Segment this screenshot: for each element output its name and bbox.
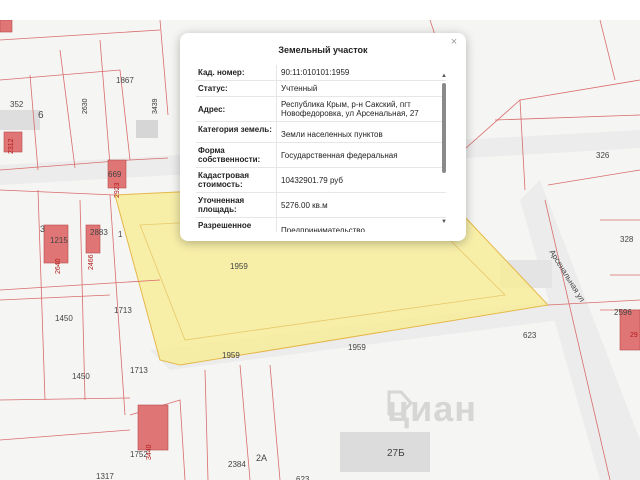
row-value: Земли населенных пунктов: [276, 122, 446, 142]
building-label: 2466: [88, 254, 95, 270]
parcel-info-table[interactable]: Кад. номер: 90:11:010101:1959 Статус: Уч…: [196, 65, 446, 232]
row-key: Уточненная площадь:: [198, 196, 245, 214]
table-row: Адрес: Республика Крым, р-н Сакский, пгт…: [196, 97, 446, 122]
app-frame: 352 6 2630 1867 3439 2312 669 2923 3 121…: [0, 0, 640, 480]
row-value: Предпринимательство: [276, 218, 446, 232]
parcel-label: 328: [620, 235, 634, 244]
parcel-label: 3: [40, 224, 46, 234]
parcel-label: 1959: [348, 343, 366, 352]
parcel-label: 2А: [256, 453, 268, 463]
parcel-label: 2596: [614, 308, 632, 317]
row-key: Разрешенное использование:: [198, 221, 262, 232]
parcel-label: 352: [10, 100, 24, 109]
row-value: Учтенный: [276, 81, 446, 96]
popup-title: Земельный участок: [278, 45, 368, 55]
scroll-up-icon[interactable]: ▲: [441, 73, 447, 79]
parcel-label: 27Б: [387, 448, 405, 459]
close-icon[interactable]: ×: [448, 36, 460, 48]
parcel-label: 1713: [130, 366, 148, 375]
parcel-label: 3439: [152, 98, 159, 114]
row-value: Государственная федеральная: [276, 143, 446, 167]
table-row: Кад. номер: 90:11:010101:1959: [196, 65, 446, 81]
parcel-label: 1713: [114, 306, 132, 315]
table-row: Форма собственности: Государственная фед…: [196, 143, 446, 168]
parcel-info-popup: Земельный участок × Кад. номер: 90:11:01…: [180, 33, 466, 241]
row-key: Форма собственности:: [198, 146, 261, 164]
row-value: Республика Крым, р-н Сакский, пгт Новофе…: [276, 97, 446, 121]
parcel-label: 1: [118, 230, 123, 239]
row-key: Адрес:: [198, 105, 226, 114]
row-key: Статус:: [198, 84, 228, 93]
table-row: Категория земель: Земли населенных пункт…: [196, 122, 446, 143]
parcel-label: 1215: [50, 236, 68, 245]
row-value: 90:11:010101:1959: [276, 65, 446, 80]
parcel-label: 2883: [90, 228, 108, 237]
parcel-label: 1867: [116, 76, 134, 85]
parcel-label: 1959: [230, 262, 248, 271]
row-value: 10432901.79 руб: [276, 168, 446, 192]
row-key: Кад. номер:: [198, 68, 245, 77]
building-label: 2640: [55, 258, 62, 274]
parcel-label: 6: [38, 110, 44, 121]
popup-scrollbar[interactable]: ▲ ▼: [441, 73, 447, 225]
row-value: 5276.00 кв.м: [276, 193, 446, 217]
building-label: 2923: [114, 182, 121, 198]
building-label: 3440: [146, 444, 153, 460]
watermark: циан: [387, 388, 477, 430]
cian-logo-icon: [387, 390, 413, 416]
building-label: 2312: [8, 138, 15, 154]
parcel-label: 623: [296, 475, 310, 480]
table-row: Кадастровая стоимость: 10432901.79 руб: [196, 168, 446, 193]
parcel-label: 2384: [228, 460, 246, 469]
parcel-label: 623: [523, 331, 537, 340]
scroll-down-icon[interactable]: ▼: [441, 219, 447, 225]
row-key: Категория земель:: [198, 125, 272, 134]
table-row: Уточненная площадь: 5276.00 кв.м: [196, 193, 446, 218]
parcel-label: 1450: [55, 314, 73, 323]
parcel-label: 1959: [222, 351, 240, 360]
table-row: Разрешенное использование: Предпринимате…: [196, 218, 446, 232]
parcel-label: 2630: [82, 98, 89, 114]
structure: [340, 432, 430, 472]
parcel-label: 1317: [96, 472, 114, 480]
top-bar: [0, 0, 640, 21]
building-label: 29: [630, 332, 638, 339]
structure: [136, 120, 158, 138]
table-row: Статус: Учтенный: [196, 81, 446, 97]
row-key: Кадастровая стоимость:: [198, 171, 250, 189]
parcel-label: 326: [596, 151, 610, 160]
scroll-thumb[interactable]: [442, 83, 446, 173]
parcel-label: 1450: [72, 372, 90, 381]
parcel-label: 669: [108, 170, 122, 179]
